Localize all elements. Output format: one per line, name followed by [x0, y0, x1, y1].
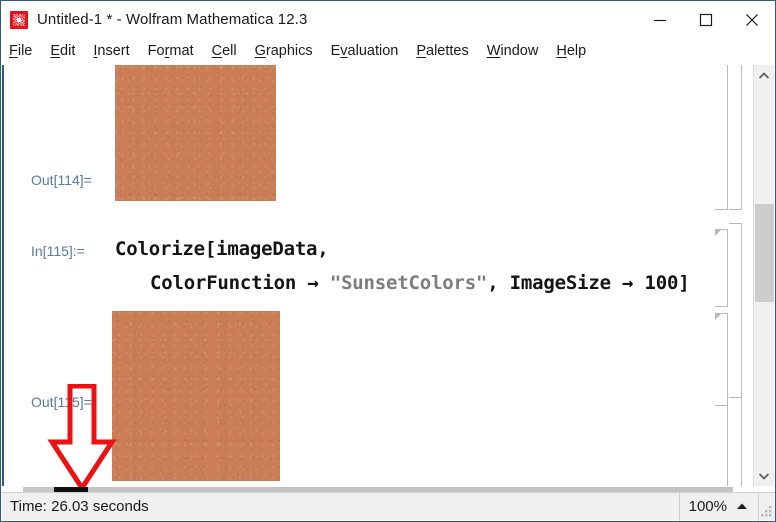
menu-item-file[interactable]: File	[9, 44, 32, 59]
input-code-colorfunction: ColorFunction →	[150, 272, 330, 294]
caret-up-icon	[737, 503, 747, 509]
cell-bracket-group-3[interactable]	[729, 397, 742, 486]
menu-item-cell[interactable]: Cell	[212, 44, 237, 59]
menu-item-insert[interactable]: Insert	[93, 44, 129, 59]
mathematica-window: Untitled-1 * - Wolfram Mathematica 12.3	[0, 0, 776, 522]
cell-bracket-in-115[interactable]	[715, 229, 728, 307]
input-code-line-1[interactable]: Colorize[imageData,	[115, 238, 329, 260]
cell-bracket-next[interactable]	[715, 405, 728, 486]
in-label-115: In[115]:=	[31, 243, 85, 259]
menu-item-window[interactable]: Window	[487, 44, 539, 59]
out-label-115: Out[115]=	[31, 394, 92, 410]
window-controls	[637, 1, 775, 38]
maximize-icon	[699, 13, 713, 26]
zoom-level[interactable]: 100%	[680, 498, 736, 515]
input-code-line-2[interactable]: ColorFunction → "SunsetColors", ImageSiz…	[150, 272, 690, 294]
status-message: Time: 26.03 seconds	[10, 498, 149, 515]
input-code-string: "SunsetColors"	[329, 272, 488, 294]
close-icon	[746, 13, 758, 26]
menu-item-format[interactable]: Format	[148, 44, 194, 59]
output-image-115[interactable]	[112, 311, 280, 481]
scroll-down-button[interactable]	[754, 465, 774, 486]
resize-grip-icon[interactable]	[759, 493, 775, 521]
vertical-scrollbar[interactable]	[753, 65, 774, 486]
cell-bracket-evaluated-marker-out	[715, 313, 722, 320]
input-code-imagesize: , ImageSize → 100]	[487, 272, 690, 294]
status-bar-right: 100%	[678, 492, 775, 521]
menu-item-edit[interactable]: Edit	[50, 44, 75, 59]
maximize-button[interactable]	[683, 1, 729, 38]
scroll-up-button[interactable]	[754, 65, 774, 86]
minimize-icon	[654, 19, 666, 21]
window-title: Untitled-1 * - Wolfram Mathematica 12.3	[37, 11, 308, 28]
menu-item-palettes[interactable]: Palettes	[416, 44, 468, 59]
mathematica-spikey-icon	[10, 10, 28, 29]
chevron-up-icon	[758, 71, 770, 79]
zoom-menu-button[interactable]	[736, 503, 758, 510]
output-image-114[interactable]	[115, 65, 276, 201]
notebook-area[interactable]: Out[114]= In[115]:= Colorize[imageData, …	[2, 65, 754, 486]
close-button[interactable]	[729, 1, 775, 38]
cell-bracket-out-114[interactable]	[715, 65, 728, 210]
title-bar: Untitled-1 * - Wolfram Mathematica 12.3	[1, 1, 775, 38]
status-bar: Time: 26.03 seconds 100%	[2, 492, 775, 521]
vertical-scrollbar-thumb[interactable]	[755, 204, 774, 302]
out-label-114: Out[114]=	[31, 172, 92, 188]
cell-bracket-group-1[interactable]	[729, 65, 742, 210]
menu-item-graphics[interactable]: Graphics	[255, 44, 313, 59]
menu-item-evaluation[interactable]: Evaluation	[331, 44, 399, 59]
minimize-button[interactable]	[637, 1, 683, 38]
menu-bar: File Edit Insert Format Cell Graphics Ev…	[1, 38, 775, 65]
menu-item-help[interactable]: Help	[556, 44, 586, 59]
chevron-down-icon	[758, 472, 770, 480]
cell-bracket-evaluated-marker-in	[715, 229, 722, 236]
notebook-left-rule	[2, 65, 4, 486]
